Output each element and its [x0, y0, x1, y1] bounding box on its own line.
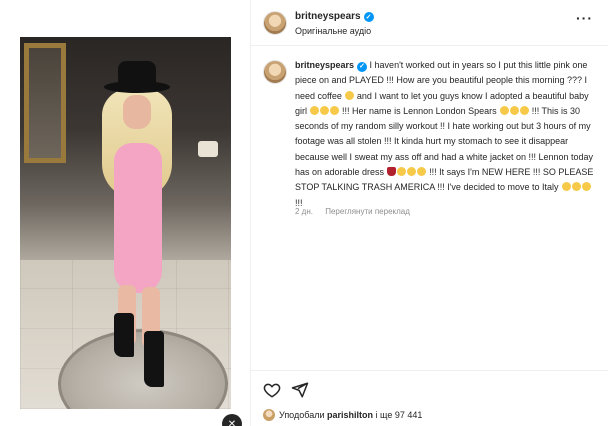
grin-emoji-icon	[407, 167, 417, 177]
caption-username[interactable]: britneyspears	[295, 60, 354, 70]
header-username[interactable]: britneyspears ✓	[295, 11, 374, 22]
video-mirror	[24, 43, 66, 163]
media-column: ✕	[0, 0, 250, 426]
verified-icon: ✓	[357, 61, 368, 72]
avatar[interactable]	[263, 11, 287, 35]
audio-label[interactable]: Оригінальне аудіо	[295, 26, 371, 36]
caption-avatar[interactable]	[263, 60, 287, 84]
mute-icon[interactable]: ✕	[222, 414, 242, 426]
grin-emoji-icon	[519, 105, 529, 115]
grin-emoji-icon	[509, 105, 519, 115]
dress-emoji-icon	[387, 167, 397, 177]
likes-count[interactable]: і ще 97 441	[376, 410, 423, 420]
post-video[interactable]	[20, 37, 231, 409]
smile-emoji-icon	[320, 105, 330, 115]
post-panel: britneyspears ✓ Оригінальне аудіо ··· bri…	[250, 0, 608, 426]
liker-avatar	[263, 409, 275, 421]
smile-emoji-icon	[561, 182, 571, 192]
post-time: 2 дн.	[295, 207, 313, 216]
verified-icon: ✓	[363, 12, 374, 22]
see-translation-link[interactable]: Переглянути переклад	[325, 207, 410, 216]
more-options-icon[interactable]: ···	[576, 10, 593, 26]
smile-emoji-icon	[571, 182, 581, 192]
post-meta: 2 дн. Переглянути переклад	[295, 207, 410, 216]
likes-summary: Уподобали parishilton і ще 97 441	[263, 409, 422, 421]
coffee-emoji-icon	[344, 90, 354, 100]
post-actions: Уподобали parishilton і ще 97 441	[251, 370, 608, 426]
video-lamp	[198, 141, 218, 157]
grin-emoji-icon	[499, 105, 509, 115]
post-header: britneyspears ✓ Оригінальне аудіо ···	[251, 0, 608, 46]
video-person	[96, 55, 186, 405]
post-caption: britneyspears ✓ I haven't worked out in y…	[295, 60, 594, 208]
smile-emoji-icon	[330, 105, 340, 115]
grin-emoji-icon	[397, 167, 407, 177]
liker-username[interactable]: parishilton	[327, 410, 373, 420]
grin-emoji-icon	[417, 167, 427, 177]
share-icon[interactable]	[291, 381, 309, 399]
smile-emoji-icon	[310, 105, 320, 115]
heart-icon[interactable]	[263, 381, 281, 399]
smile-emoji-icon	[581, 182, 591, 192]
